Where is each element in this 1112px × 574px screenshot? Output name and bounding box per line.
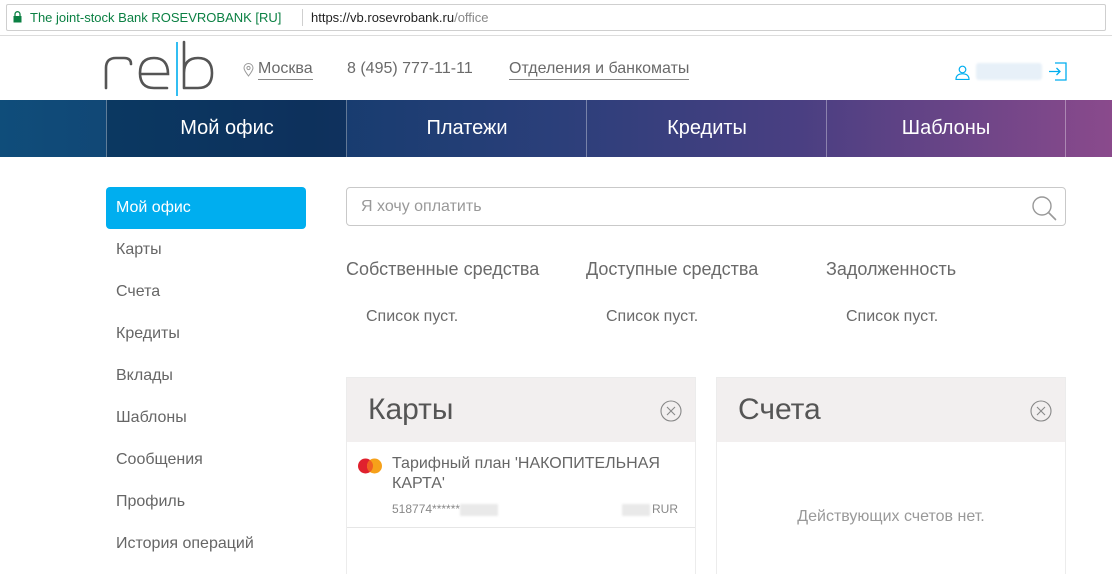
sidebar-item-messages[interactable]: Сообщения <box>106 439 306 481</box>
accounts-panel: Счета Действующих счетов нет. <box>716 377 1066 574</box>
branches-atms-link[interactable]: Отделения и банкоматы <box>509 60 690 80</box>
debt-empty: Список пуст. <box>846 308 939 325</box>
available-funds-empty: Список пуст. <box>606 308 699 325</box>
close-icon[interactable] <box>660 400 682 422</box>
sidebar-item-cards[interactable]: Карты <box>106 229 306 271</box>
payment-search <box>346 187 1066 226</box>
available-funds-label: Доступные средства <box>586 259 759 279</box>
card-list-item[interactable]: Тарифный план 'НАКОПИТЕЛЬНАЯ КАРТА' 5187… <box>347 442 695 528</box>
mastercard-logo-icon <box>358 458 382 474</box>
accounts-panel-title[interactable]: Счета <box>738 393 821 427</box>
cards-panel-header: Карты <box>347 378 695 442</box>
nav-tab-payments[interactable]: Платежи <box>346 100 587 157</box>
card-number: 518774****** <box>392 502 499 516</box>
sidebar-item-profile[interactable]: Профиль <box>106 481 306 523</box>
no-accounts-message: Действующих счетов нет. <box>797 508 985 525</box>
cards-panel: Карты Тарифный план 'НАКОПИТЕЛЬНАЯ КАРТА… <box>346 377 696 574</box>
sidebar-item-accounts[interactable]: Счета <box>106 271 306 313</box>
main-navigation: Мой офис Платежи Кредиты Шаблоны <box>0 100 1112 157</box>
location-pin-icon <box>243 63 254 77</box>
own-funds-label: Собственные средства <box>346 259 540 279</box>
omnibox[interactable]: The joint-stock Bank ROSEVROBANK [RU] ht… <box>6 4 1106 31</box>
close-icon[interactable] <box>1030 400 1052 422</box>
sidebar-item-history[interactable]: История операций <box>106 523 306 565</box>
address-divider <box>302 9 303 26</box>
city-selector[interactable]: Москва <box>258 60 313 80</box>
sidebar-item-my-office[interactable]: Мой офис <box>106 187 306 229</box>
browser-address-bar: The joint-stock Bank ROSEVROBANK [RU] ht… <box>0 0 1112 36</box>
url-text[interactable]: https://vb.rosevrobank.ru/office <box>311 10 489 25</box>
own-funds-empty: Список пуст. <box>366 308 459 325</box>
sidebar-item-templates[interactable]: Шаблоны <box>106 397 306 439</box>
reb-logo[interactable] <box>104 40 216 98</box>
card-balance-redacted <box>622 503 650 516</box>
phone-number: 8 (495) 777-11-11 <box>347 60 473 77</box>
user-icon[interactable] <box>955 65 970 80</box>
nav-tab-templates[interactable]: Шаблоны <box>826 100 1065 157</box>
accounts-panel-header: Счета <box>717 378 1065 442</box>
nav-divider <box>1065 100 1066 157</box>
user-name-redacted[interactable] <box>976 63 1042 80</box>
lock-icon <box>13 11 22 23</box>
debt-label: Задолженность <box>826 259 957 279</box>
site-header: Москва 8 (495) 777-11-11 Отделения и бан… <box>0 36 1112 100</box>
card-number-redacted <box>460 503 499 516</box>
sidebar-item-deposits[interactable]: Вклады <box>106 355 306 397</box>
search-icon[interactable] <box>1031 195 1057 221</box>
nav-tab-credits[interactable]: Кредиты <box>586 100 827 157</box>
logout-icon[interactable] <box>1048 62 1067 81</box>
cards-panel-title[interactable]: Карты <box>368 393 454 427</box>
sidebar-menu: Мой офис Карты Счета Кредиты Вклады Шабл… <box>106 187 306 565</box>
card-balance: RUR <box>622 502 678 516</box>
card-plan-name[interactable]: Тарифный план 'НАКОПИТЕЛЬНАЯ КАРТА' <box>392 454 682 494</box>
site-identity[interactable]: The joint-stock Bank ROSEVROBANK [RU] <box>30 10 281 25</box>
sidebar-item-credits[interactable]: Кредиты <box>106 313 306 355</box>
payment-search-input[interactable] <box>347 188 1017 225</box>
nav-tab-my-office[interactable]: Мой офис <box>106 100 347 157</box>
